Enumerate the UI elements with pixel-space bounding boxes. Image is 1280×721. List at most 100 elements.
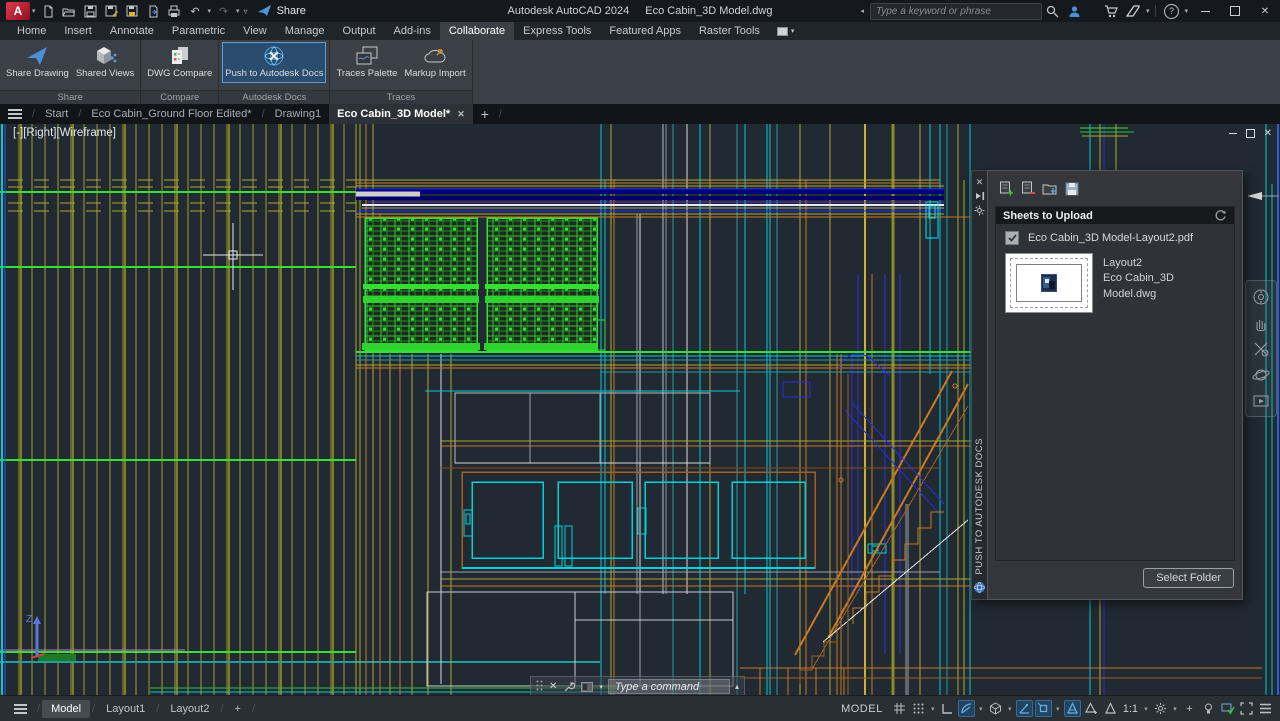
search-icon[interactable] [1042, 0, 1064, 22]
save-as-icon[interactable] [101, 1, 122, 21]
sheet-thumbnail[interactable] [1005, 253, 1093, 313]
autodesk-account-caret-icon[interactable]: ▾ [1146, 7, 1150, 15]
ribbon-tab-collaborate[interactable]: Collaborate [440, 22, 514, 40]
panel-title-share[interactable]: Share [0, 90, 140, 104]
sign-in-user-icon[interactable] [1064, 0, 1086, 22]
ribbon-tab-express-tools[interactable]: Express Tools [514, 22, 600, 40]
command-line-customize-icon[interactable] [560, 681, 578, 693]
save-sheet-list-icon[interactable] [1064, 181, 1080, 197]
redo-icon[interactable]: ↷ [213, 1, 234, 21]
search-input[interactable]: Type a keyword or phrase [870, 3, 1042, 20]
select-folder-button[interactable]: Select Folder [1143, 568, 1234, 588]
status-customize-menu-icon[interactable] [1257, 700, 1274, 717]
redo-caret-icon[interactable]: ▾ [236, 7, 240, 15]
palette-autohide-icon[interactable] [973, 189, 986, 203]
dwg-compare-button[interactable]: DWG Compare [144, 42, 215, 83]
share-drawing-button[interactable]: Share Drawing [3, 42, 72, 83]
ribbon-tab-home[interactable]: Home [8, 22, 55, 40]
shared-views-button[interactable]: Shared Views [73, 42, 137, 83]
open-drawing-icon[interactable] [59, 1, 80, 21]
annotation-visibility-icon[interactable] [1064, 700, 1081, 717]
undo-icon[interactable]: ↶ [185, 1, 206, 21]
recent-commands-icon[interactable] [578, 682, 596, 692]
sheet-row[interactable]: Eco Cabin_3D Model-Layout2.pdf [996, 224, 1234, 248]
pan-hand-icon[interactable] [1250, 311, 1272, 334]
zoom-extents-icon[interactable] [1250, 337, 1272, 360]
space-indicator[interactable]: MODEL [841, 703, 883, 715]
palette-close-icon[interactable]: ✕ [973, 175, 986, 189]
object-snap-tracking-icon[interactable] [1016, 700, 1033, 717]
panel-title-autodesk-docs[interactable]: Autodesk Docs [219, 90, 329, 104]
palette-vertical-title[interactable]: PUSH TO AUTODESK DOCS [974, 438, 985, 575]
recent-commands-caret-icon[interactable]: ▾ [596, 683, 606, 691]
panel-title-compare[interactable]: Compare [141, 90, 218, 104]
ribbon-tab-annotate[interactable]: Annotate [101, 22, 163, 40]
minimize-button[interactable] [1190, 0, 1220, 22]
maximize-button[interactable] [1220, 0, 1250, 22]
layout-tab-layout1[interactable]: Layout1 [97, 700, 154, 718]
showmotion-icon[interactable] [1250, 389, 1272, 412]
ribbon-tab-parametric[interactable]: Parametric [163, 22, 234, 40]
command-line-close-icon[interactable]: ✕ [546, 681, 560, 692]
export-icon[interactable] [143, 1, 164, 21]
drawing-minimize-icon[interactable] [1229, 133, 1237, 134]
panel-title-traces[interactable]: Traces [330, 90, 471, 104]
undo-caret-icon[interactable]: ▾ [208, 7, 212, 15]
plot-icon[interactable] [122, 1, 143, 21]
navigation-wheel-icon[interactable] [1250, 285, 1272, 308]
refresh-sheets-icon[interactable] [1214, 209, 1227, 222]
isometric-drafting-icon[interactable] [987, 700, 1004, 717]
file-tab-drawing1[interactable]: Drawing1 [267, 104, 329, 124]
autodesk-account-icon[interactable] [1122, 0, 1144, 22]
snap-caret-icon[interactable]: ▾ [929, 705, 937, 713]
viewport-visualstyle-control[interactable]: [Wireframe] [56, 127, 115, 139]
ribbon-tab-manage[interactable]: Manage [276, 22, 334, 40]
drawing-restore-icon[interactable] [1246, 129, 1255, 138]
new-file-tab-button[interactable]: + [473, 106, 497, 122]
ribbon-tab-addins[interactable]: Add-ins [385, 22, 440, 40]
gear-caret-icon[interactable]: ▾ [1171, 705, 1179, 713]
ribbon-tab-featured-apps[interactable]: Featured Apps [600, 22, 690, 40]
print-icon[interactable] [164, 1, 185, 21]
file-tab-close-icon[interactable]: ✕ [457, 109, 465, 120]
grid-display-icon[interactable] [891, 700, 908, 717]
app-menu-caret-icon[interactable]: ▾ [32, 7, 36, 15]
polar-caret-icon[interactable]: ▾ [977, 705, 985, 713]
command-history-expand-icon[interactable]: ▴ [732, 682, 742, 691]
markup-import-button[interactable]: Markup Import [401, 42, 468, 83]
scale-caret-icon[interactable]: ▾ [1142, 705, 1150, 713]
ribbon-tab-view[interactable]: View [234, 22, 276, 40]
viewport-menu-control[interactable]: [-] [13, 127, 23, 139]
drawing-close-icon[interactable]: ✕ [1264, 128, 1272, 139]
object-snap-icon[interactable] [1035, 700, 1052, 717]
file-tab-start[interactable]: Start [37, 104, 76, 124]
new-layout-button[interactable]: + [226, 700, 250, 718]
app-store-cart-icon[interactable] [1100, 0, 1122, 22]
autocad-app-logo[interactable]: A [6, 2, 30, 20]
qat-customize-caret-icon[interactable]: ▿ [244, 7, 248, 16]
isodraft-caret-icon[interactable]: ▾ [1006, 705, 1014, 713]
osnap-caret-icon[interactable]: ▾ [1054, 705, 1062, 713]
ribbon-tab-output[interactable]: Output [334, 22, 385, 40]
sheet-checkbox-checked[interactable] [1005, 231, 1019, 245]
file-tab-ground-floor[interactable]: Eco Cabin_Ground Floor Edited* [83, 104, 259, 124]
ortho-mode-icon[interactable] [939, 700, 956, 717]
traces-palette-button[interactable]: Traces Palette [333, 42, 400, 83]
sheet-thumbnail-row[interactable]: Layout2 Eco Cabin_3D Model.dwg [996, 248, 1234, 318]
command-line-grip[interactable] [533, 680, 546, 693]
annotation-autoscale-icon[interactable] [1083, 700, 1100, 717]
ribbon-tab-raster-tools[interactable]: Raster Tools [690, 22, 769, 40]
layout-tab-layout2[interactable]: Layout2 [161, 700, 218, 718]
close-button[interactable]: ✕ [1250, 0, 1280, 22]
palette-properties-icon[interactable] [973, 203, 986, 217]
file-tabs-menu-icon[interactable] [0, 109, 30, 119]
customization-plus-icon[interactable]: + [1181, 700, 1198, 717]
annotation-scale-icon[interactable] [1102, 700, 1119, 717]
load-sheet-list-icon[interactable] [1042, 181, 1058, 197]
share-quick-button[interactable]: Share [258, 5, 306, 17]
layout-tab-model[interactable]: Model [42, 700, 90, 718]
help-caret-icon[interactable]: ▾ [1184, 7, 1188, 15]
save-icon[interactable] [80, 1, 101, 21]
clean-screen-icon[interactable] [1238, 700, 1255, 717]
snap-mode-icon[interactable] [910, 700, 927, 717]
